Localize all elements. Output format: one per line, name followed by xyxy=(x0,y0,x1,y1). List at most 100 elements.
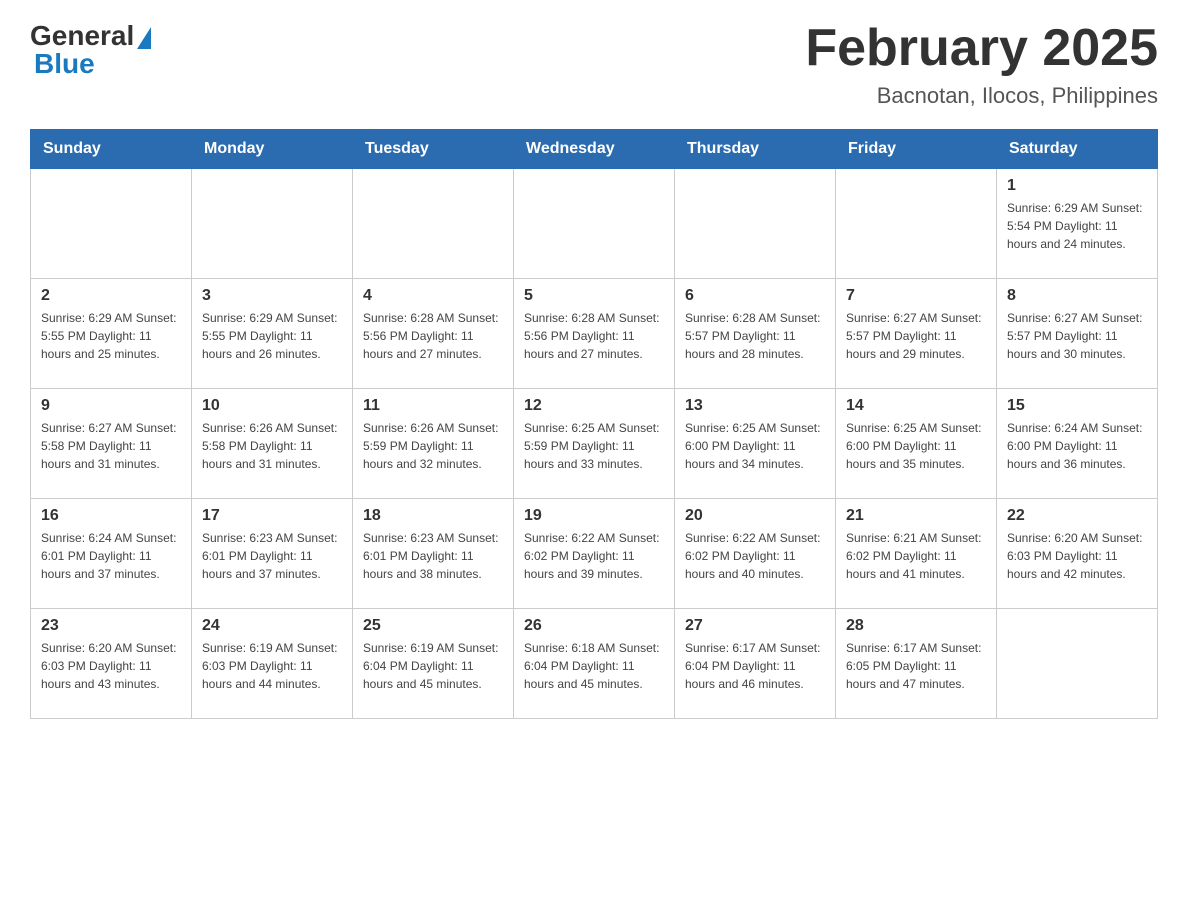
day-number: 17 xyxy=(202,507,342,525)
day-number: 10 xyxy=(202,397,342,415)
day-number: 11 xyxy=(363,397,503,415)
day-info: Sunrise: 6:29 AM Sunset: 5:55 PM Dayligh… xyxy=(41,309,181,363)
weekday-header-thursday: Thursday xyxy=(675,130,836,169)
calendar-cell: 19 Sunrise: 6:22 AM Sunset: 6:02 PM Dayli… xyxy=(514,499,675,609)
calendar-cell: 23Sunrise: 6:20 AM Sunset: 6:03 PM Dayli… xyxy=(31,609,192,719)
calendar-cell: 25Sunrise: 6:19 AM Sunset: 6:04 PM Dayli… xyxy=(353,609,514,719)
calendar-cell xyxy=(353,169,514,279)
calendar-body: 1 Sunrise: 6:29 AM Sunset: 5:54 PM Daylig… xyxy=(31,169,1158,719)
logo-triangle-icon xyxy=(137,27,151,49)
calendar-cell: 18 Sunrise: 6:23 AM Sunset: 6:01 PM Dayli… xyxy=(353,499,514,609)
day-number: 1 xyxy=(1007,177,1147,195)
day-number: 12 xyxy=(524,397,664,415)
calendar-cell xyxy=(514,169,675,279)
day-number: 21 xyxy=(846,507,986,525)
calendar-subtitle: Bacnotan, Ilocos, Philippines xyxy=(805,83,1158,109)
day-info: Sunrise: 6:28 AM Sunset: 5:57 PM Dayligh… xyxy=(685,309,825,363)
calendar-cell: 14 Sunrise: 6:25 AM Sunset: 6:00 PM Dayli… xyxy=(836,389,997,499)
day-info: Sunrise: 6:18 AM Sunset: 6:04 PM Dayligh… xyxy=(524,639,664,693)
day-info: Sunrise: 6:28 AM Sunset: 5:56 PM Dayligh… xyxy=(524,309,664,363)
weekday-header-friday: Friday xyxy=(836,130,997,169)
calendar-cell: 8Sunrise: 6:27 AM Sunset: 5:57 PM Daylig… xyxy=(997,279,1158,389)
day-info: Sunrise: 6:25 AM Sunset: 6:00 PM Dayligh… xyxy=(846,419,986,473)
calendar-cell: 7Sunrise: 6:27 AM Sunset: 5:57 PM Daylig… xyxy=(836,279,997,389)
header-right: February 2025 Bacnotan, Ilocos, Philippi… xyxy=(805,20,1158,109)
calendar-cell xyxy=(675,169,836,279)
calendar-cell: 16Sunrise: 6:24 AM Sunset: 6:01 PM Dayli… xyxy=(31,499,192,609)
calendar-cell xyxy=(192,169,353,279)
day-info: Sunrise: 6:24 AM Sunset: 6:00 PM Dayligh… xyxy=(1007,419,1147,473)
logo-blue-text: Blue xyxy=(30,48,95,80)
day-number: 19 xyxy=(524,507,664,525)
calendar-cell: 13 Sunrise: 6:25 AM Sunset: 6:00 PM Dayli… xyxy=(675,389,836,499)
weekday-header-monday: Monday xyxy=(192,130,353,169)
calendar-cell: 5 Sunrise: 6:28 AM Sunset: 5:56 PM Daylig… xyxy=(514,279,675,389)
day-number: 14 xyxy=(846,397,986,415)
calendar-cell: 28 Sunrise: 6:17 AM Sunset: 6:05 PM Dayli… xyxy=(836,609,997,719)
day-info: Sunrise: 6:27 AM Sunset: 5:58 PM Dayligh… xyxy=(41,419,181,473)
weekday-row: SundayMondayTuesdayWednesdayThursdayFrid… xyxy=(31,130,1158,169)
day-number: 28 xyxy=(846,617,986,635)
calendar-cell: 4 Sunrise: 6:28 AM Sunset: 5:56 PM Daylig… xyxy=(353,279,514,389)
day-info: Sunrise: 6:20 AM Sunset: 6:03 PM Dayligh… xyxy=(1007,529,1147,583)
day-info: Sunrise: 6:29 AM Sunset: 5:55 PM Dayligh… xyxy=(202,309,342,363)
day-number: 3 xyxy=(202,287,342,305)
day-info: Sunrise: 6:22 AM Sunset: 6:02 PM Dayligh… xyxy=(524,529,664,583)
day-number: 26 xyxy=(524,617,664,635)
weekday-header-sunday: Sunday xyxy=(31,130,192,169)
calendar-cell: 3 Sunrise: 6:29 AM Sunset: 5:55 PM Daylig… xyxy=(192,279,353,389)
calendar-cell: 24Sunrise: 6:19 AM Sunset: 6:03 PM Dayli… xyxy=(192,609,353,719)
day-number: 22 xyxy=(1007,507,1147,525)
day-info: Sunrise: 6:28 AM Sunset: 5:56 PM Dayligh… xyxy=(363,309,503,363)
week-row-1: 1 Sunrise: 6:29 AM Sunset: 5:54 PM Daylig… xyxy=(31,169,1158,279)
calendar-cell: 9 Sunrise: 6:27 AM Sunset: 5:58 PM Daylig… xyxy=(31,389,192,499)
calendar-cell: 26 Sunrise: 6:18 AM Sunset: 6:04 PM Dayli… xyxy=(514,609,675,719)
calendar-cell: 6 Sunrise: 6:28 AM Sunset: 5:57 PM Daylig… xyxy=(675,279,836,389)
calendar-cell xyxy=(997,609,1158,719)
day-number: 15 xyxy=(1007,397,1147,415)
day-number: 24 xyxy=(202,617,342,635)
day-number: 13 xyxy=(685,397,825,415)
calendar-cell: 20 Sunrise: 6:22 AM Sunset: 6:02 PM Dayli… xyxy=(675,499,836,609)
day-number: 27 xyxy=(685,617,825,635)
calendar-cell xyxy=(31,169,192,279)
day-number: 8 xyxy=(1007,287,1147,305)
day-number: 16 xyxy=(41,507,181,525)
day-number: 6 xyxy=(685,287,825,305)
calendar-cell: 21 Sunrise: 6:21 AM Sunset: 6:02 PM Dayli… xyxy=(836,499,997,609)
day-number: 20 xyxy=(685,507,825,525)
calendar-cell: 22 Sunrise: 6:20 AM Sunset: 6:03 PM Dayli… xyxy=(997,499,1158,609)
calendar-cell: 12 Sunrise: 6:25 AM Sunset: 5:59 PM Dayli… xyxy=(514,389,675,499)
day-info: Sunrise: 6:17 AM Sunset: 6:05 PM Dayligh… xyxy=(846,639,986,693)
calendar-cell: 27 Sunrise: 6:17 AM Sunset: 6:04 PM Dayli… xyxy=(675,609,836,719)
calendar-title: February 2025 xyxy=(805,20,1158,77)
weekday-header-wednesday: Wednesday xyxy=(514,130,675,169)
logo: General Blue xyxy=(30,20,151,80)
calendar-cell: 2 Sunrise: 6:29 AM Sunset: 5:55 PM Daylig… xyxy=(31,279,192,389)
day-info: Sunrise: 6:25 AM Sunset: 6:00 PM Dayligh… xyxy=(685,419,825,473)
calendar-cell: 10Sunrise: 6:26 AM Sunset: 5:58 PM Dayli… xyxy=(192,389,353,499)
day-info: Sunrise: 6:23 AM Sunset: 6:01 PM Dayligh… xyxy=(202,529,342,583)
day-number: 4 xyxy=(363,287,503,305)
day-info: Sunrise: 6:23 AM Sunset: 6:01 PM Dayligh… xyxy=(363,529,503,583)
week-row-2: 2 Sunrise: 6:29 AM Sunset: 5:55 PM Daylig… xyxy=(31,279,1158,389)
calendar-cell: 1 Sunrise: 6:29 AM Sunset: 5:54 PM Daylig… xyxy=(997,169,1158,279)
weekday-header-tuesday: Tuesday xyxy=(353,130,514,169)
calendar-header: SundayMondayTuesdayWednesdayThursdayFrid… xyxy=(31,130,1158,169)
day-info: Sunrise: 6:17 AM Sunset: 6:04 PM Dayligh… xyxy=(685,639,825,693)
calendar-cell: 11 Sunrise: 6:26 AM Sunset: 5:59 PM Dayli… xyxy=(353,389,514,499)
day-number: 25 xyxy=(363,617,503,635)
day-info: Sunrise: 6:22 AM Sunset: 6:02 PM Dayligh… xyxy=(685,529,825,583)
calendar-cell: 17 Sunrise: 6:23 AM Sunset: 6:01 PM Dayli… xyxy=(192,499,353,609)
day-number: 9 xyxy=(41,397,181,415)
day-number: 7 xyxy=(846,287,986,305)
page-header: General Blue February 2025 Bacnotan, Ilo… xyxy=(30,20,1158,109)
day-info: Sunrise: 6:25 AM Sunset: 5:59 PM Dayligh… xyxy=(524,419,664,473)
week-row-4: 16Sunrise: 6:24 AM Sunset: 6:01 PM Dayli… xyxy=(31,499,1158,609)
day-number: 5 xyxy=(524,287,664,305)
day-number: 18 xyxy=(363,507,503,525)
day-number: 2 xyxy=(41,287,181,305)
day-info: Sunrise: 6:21 AM Sunset: 6:02 PM Dayligh… xyxy=(846,529,986,583)
day-info: Sunrise: 6:26 AM Sunset: 5:59 PM Dayligh… xyxy=(363,419,503,473)
day-info: Sunrise: 6:29 AM Sunset: 5:54 PM Dayligh… xyxy=(1007,199,1147,253)
